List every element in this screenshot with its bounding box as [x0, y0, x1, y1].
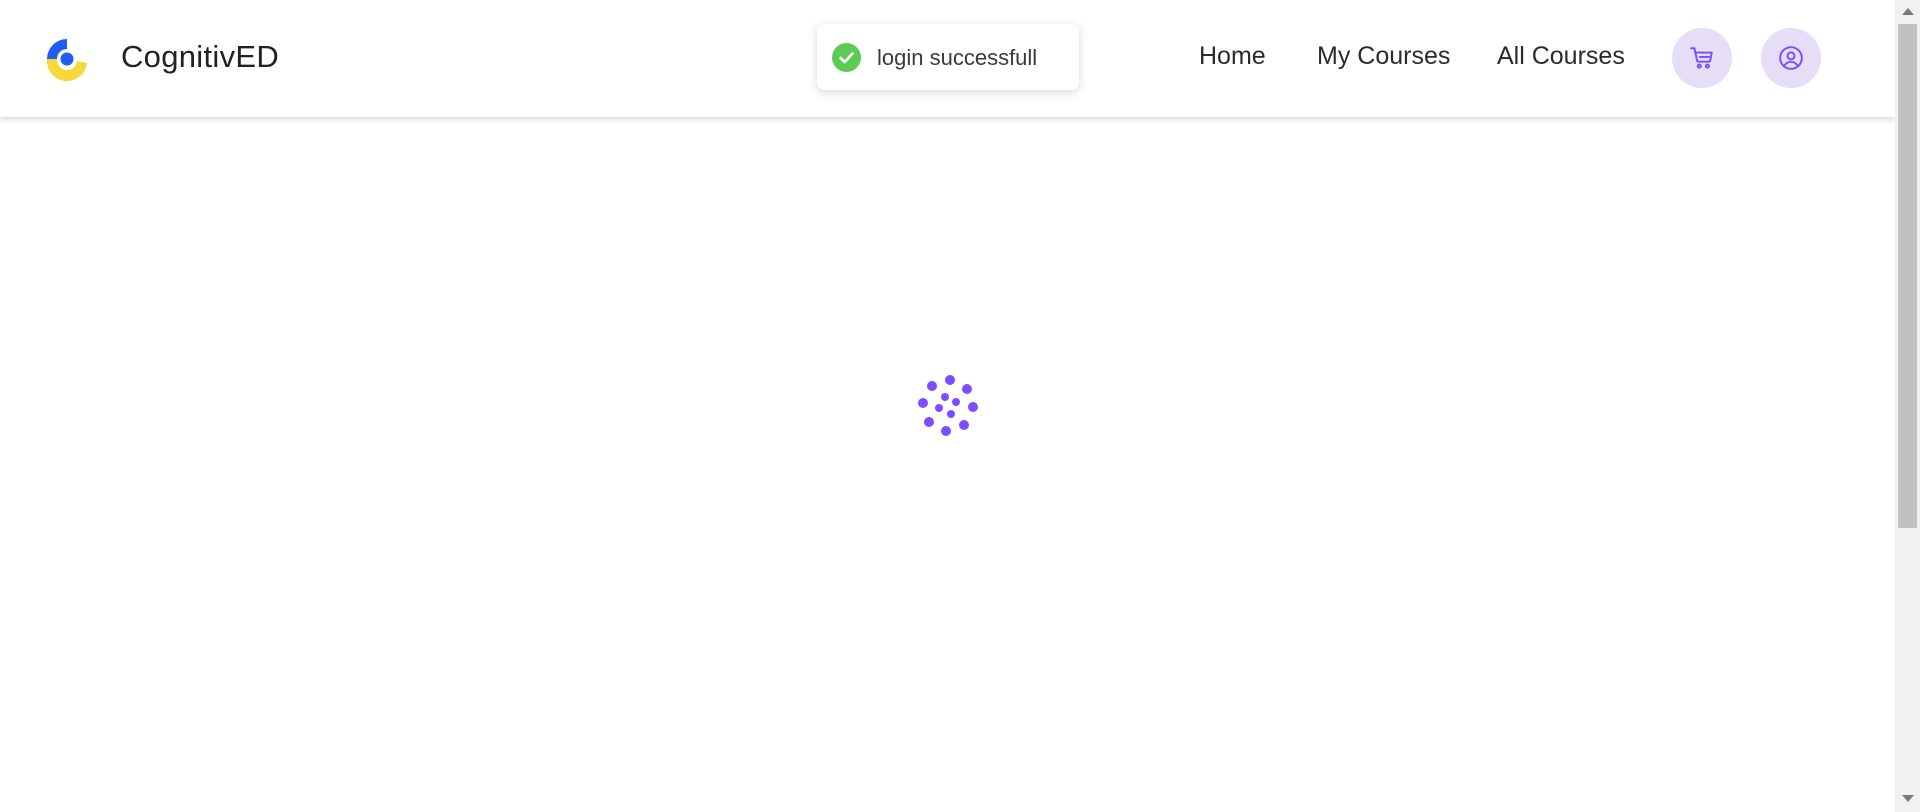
cart-button[interactable] [1672, 28, 1732, 88]
brand-logo[interactable] [43, 35, 91, 83]
loading-spinner [916, 374, 982, 438]
profile-button[interactable] [1761, 28, 1821, 88]
check-circle-icon [832, 43, 861, 72]
nav-home-link[interactable]: Home [1199, 42, 1266, 71]
loading-spinner-icon [918, 375, 978, 436]
scroll-down-arrow-icon[interactable] [1902, 795, 1914, 802]
brand-name[interactable]: CognitivED [121, 39, 279, 75]
cart-icon [1690, 47, 1713, 69]
nav-my-courses-link[interactable]: My Courses [1317, 42, 1450, 71]
toast-message: login successfull [877, 45, 1038, 70]
page: CognitivED Home My Courses All Courses l [0, 0, 1920, 812]
login-toast[interactable]: login successfull [817, 24, 1079, 90]
scroll-up-arrow-icon[interactable] [1902, 8, 1914, 15]
vertical-scrollbar[interactable] [1895, 0, 1920, 812]
scrollbar-thumb[interactable] [1898, 24, 1917, 528]
nav-all-courses-link[interactable]: All Courses [1497, 42, 1625, 71]
user-circle-icon [1779, 46, 1803, 70]
cognitived-logo-icon [46, 39, 87, 82]
